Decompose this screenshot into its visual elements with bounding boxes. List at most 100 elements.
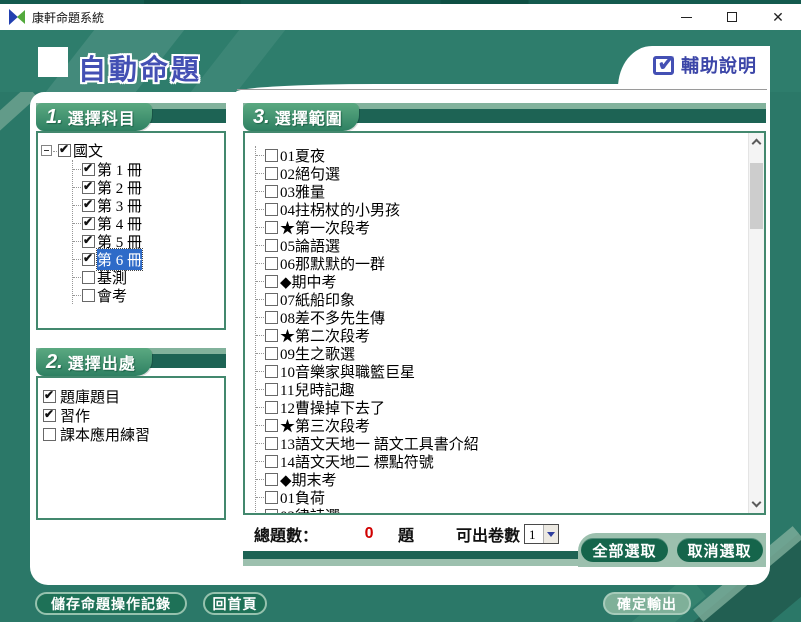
range-item[interactable]: 10音樂家與職籃巨星 bbox=[256, 362, 764, 380]
dotted-connector bbox=[256, 263, 264, 264]
scrollbar[interactable] bbox=[748, 133, 764, 513]
tree-item[interactable]: 第 6 冊 bbox=[73, 250, 222, 268]
range-item-checkbox[interactable] bbox=[265, 491, 278, 504]
range-item[interactable]: 02絕句選 bbox=[256, 164, 764, 182]
source-option[interactable]: 習作 bbox=[43, 406, 224, 425]
range-item[interactable]: 04拄柺杖的小男孩 bbox=[256, 200, 764, 218]
source-option-checkbox[interactable] bbox=[43, 428, 56, 441]
dotted-connector bbox=[256, 191, 264, 192]
range-item-checkbox[interactable] bbox=[265, 401, 278, 414]
range-item-checkbox[interactable] bbox=[265, 329, 278, 342]
range-item-checkbox[interactable] bbox=[265, 203, 278, 216]
range-item[interactable]: 11兒時記趣 bbox=[256, 380, 764, 398]
tree-item-checkbox[interactable] bbox=[82, 253, 95, 266]
step-number: 3. bbox=[253, 106, 270, 129]
range-item-checkbox[interactable] bbox=[265, 365, 278, 378]
range-panel: 3. 選擇範圍 01夏夜02絕句選03雅量04拄柺杖的小男孩★第一次段考05論語… bbox=[243, 103, 766, 515]
select-all-button[interactable]: 全部選取 bbox=[581, 538, 667, 562]
tree-item-checkbox[interactable] bbox=[82, 163, 95, 176]
range-item[interactable]: 09生之歌選 bbox=[256, 344, 764, 362]
range-item[interactable]: 01負荷 bbox=[256, 488, 764, 506]
range-item[interactable]: 12曹操掉下去了 bbox=[256, 398, 764, 416]
tree-item-checkbox[interactable] bbox=[82, 199, 95, 212]
range-item-label[interactable]: 02律詩選 bbox=[280, 505, 340, 516]
range-item[interactable]: 13語文天地一 語文工具書介紹 bbox=[256, 434, 764, 452]
source-option-label[interactable]: 題庫題目 bbox=[60, 386, 120, 407]
help-link[interactable]: 輔助說明 bbox=[653, 52, 757, 78]
minimize-button[interactable] bbox=[663, 4, 709, 30]
range-item[interactable]: 03雅量 bbox=[256, 182, 764, 200]
range-item-checkbox[interactable] bbox=[265, 275, 278, 288]
tree-item[interactable]: 第 1 冊 bbox=[73, 160, 222, 178]
range-item-checkbox[interactable] bbox=[265, 149, 278, 162]
range-item[interactable]: 07紙船印象 bbox=[256, 290, 764, 308]
dropdown-arrow-icon[interactable] bbox=[543, 525, 558, 543]
scrollbar-thumb[interactable] bbox=[750, 163, 763, 229]
range-item-checkbox[interactable] bbox=[265, 257, 278, 270]
range-item[interactable]: 02律詩選 bbox=[256, 506, 764, 515]
tree-item[interactable]: 第 3 冊 bbox=[73, 196, 222, 214]
range-item-checkbox[interactable] bbox=[265, 473, 278, 486]
home-button[interactable]: 回首頁 bbox=[203, 592, 267, 615]
range-item[interactable]: 06那默默的一群 bbox=[256, 254, 764, 272]
confirm-output-button[interactable]: 確定輸出 bbox=[603, 592, 691, 615]
title-bar: 康軒命題系統 ✕ bbox=[0, 4, 801, 30]
dotted-connector bbox=[73, 295, 81, 296]
range-item-checkbox[interactable] bbox=[265, 293, 278, 306]
range-item-checkbox[interactable] bbox=[265, 419, 278, 432]
tree-item[interactable]: 基測 bbox=[73, 268, 222, 286]
tree-item[interactable]: 第 2 冊 bbox=[73, 178, 222, 196]
copies-select[interactable]: 1 bbox=[524, 524, 559, 544]
scroll-down-icon[interactable] bbox=[752, 498, 762, 508]
range-item[interactable]: 08差不多先生傳 bbox=[256, 308, 764, 326]
tree-item-checkbox[interactable] bbox=[82, 271, 95, 284]
scroll-up-icon[interactable] bbox=[752, 139, 762, 149]
tree-root-row[interactable]: 國文 bbox=[41, 141, 222, 160]
source-option[interactable]: 題庫題目 bbox=[43, 387, 224, 406]
save-record-button[interactable]: 儲存命題操作記錄 bbox=[35, 592, 187, 615]
range-item[interactable]: 05論語選 bbox=[256, 236, 764, 254]
dotted-connector bbox=[256, 173, 264, 174]
maximize-button[interactable] bbox=[709, 4, 755, 30]
range-item[interactable]: ★第一次段考 bbox=[256, 218, 764, 236]
source-option-label[interactable]: 習作 bbox=[60, 405, 90, 426]
source-option-checkbox[interactable] bbox=[43, 390, 56, 403]
tree-item[interactable]: 第 4 冊 bbox=[73, 214, 222, 232]
range-item-checkbox[interactable] bbox=[265, 167, 278, 180]
range-item-checkbox[interactable] bbox=[265, 185, 278, 198]
tree-item-label[interactable]: 會考 bbox=[97, 285, 127, 306]
dotted-connector bbox=[256, 317, 264, 318]
close-button[interactable]: ✕ bbox=[755, 4, 801, 30]
deselect-all-button[interactable]: 取消選取 bbox=[677, 538, 763, 562]
range-item-checkbox[interactable] bbox=[265, 221, 278, 234]
range-item[interactable]: ★第三次段考 bbox=[256, 416, 764, 434]
app-logo-icon bbox=[9, 9, 25, 25]
range-item-checkbox[interactable] bbox=[265, 347, 278, 360]
tree-item-checkbox[interactable] bbox=[82, 217, 95, 230]
tree-item-checkbox[interactable] bbox=[82, 289, 95, 302]
checkbox-check-icon bbox=[653, 56, 674, 75]
dotted-connector bbox=[73, 223, 81, 224]
source-option-checkbox[interactable] bbox=[43, 409, 56, 422]
source-option-label[interactable]: 課本應用練習 bbox=[60, 424, 150, 445]
range-item-checkbox[interactable] bbox=[265, 437, 278, 450]
tree-root-checkbox[interactable] bbox=[58, 144, 71, 157]
range-item[interactable]: ★第二次段考 bbox=[256, 326, 764, 344]
tree-item[interactable]: 會考 bbox=[73, 286, 222, 304]
range-item-checkbox[interactable] bbox=[265, 455, 278, 468]
range-item[interactable]: ◆期末考 bbox=[256, 470, 764, 488]
range-item[interactable]: 14語文天地二 標點符號 bbox=[256, 452, 764, 470]
tree-item-checkbox[interactable] bbox=[82, 235, 95, 248]
range-item-checkbox[interactable] bbox=[265, 239, 278, 252]
dotted-connector bbox=[256, 443, 264, 444]
dotted-connector bbox=[256, 353, 264, 354]
range-item-checkbox[interactable] bbox=[265, 383, 278, 396]
range-item[interactable]: ◆期中考 bbox=[256, 272, 764, 290]
range-item[interactable]: 01夏夜 bbox=[256, 146, 764, 164]
source-option[interactable]: 課本應用練習 bbox=[43, 425, 224, 444]
range-item-checkbox[interactable] bbox=[265, 311, 278, 324]
tree-item[interactable]: 第 5 冊 bbox=[73, 232, 222, 250]
tree-collapse-icon[interactable] bbox=[41, 145, 52, 156]
tree-item-checkbox[interactable] bbox=[82, 181, 95, 194]
range-item-checkbox[interactable] bbox=[265, 509, 278, 516]
